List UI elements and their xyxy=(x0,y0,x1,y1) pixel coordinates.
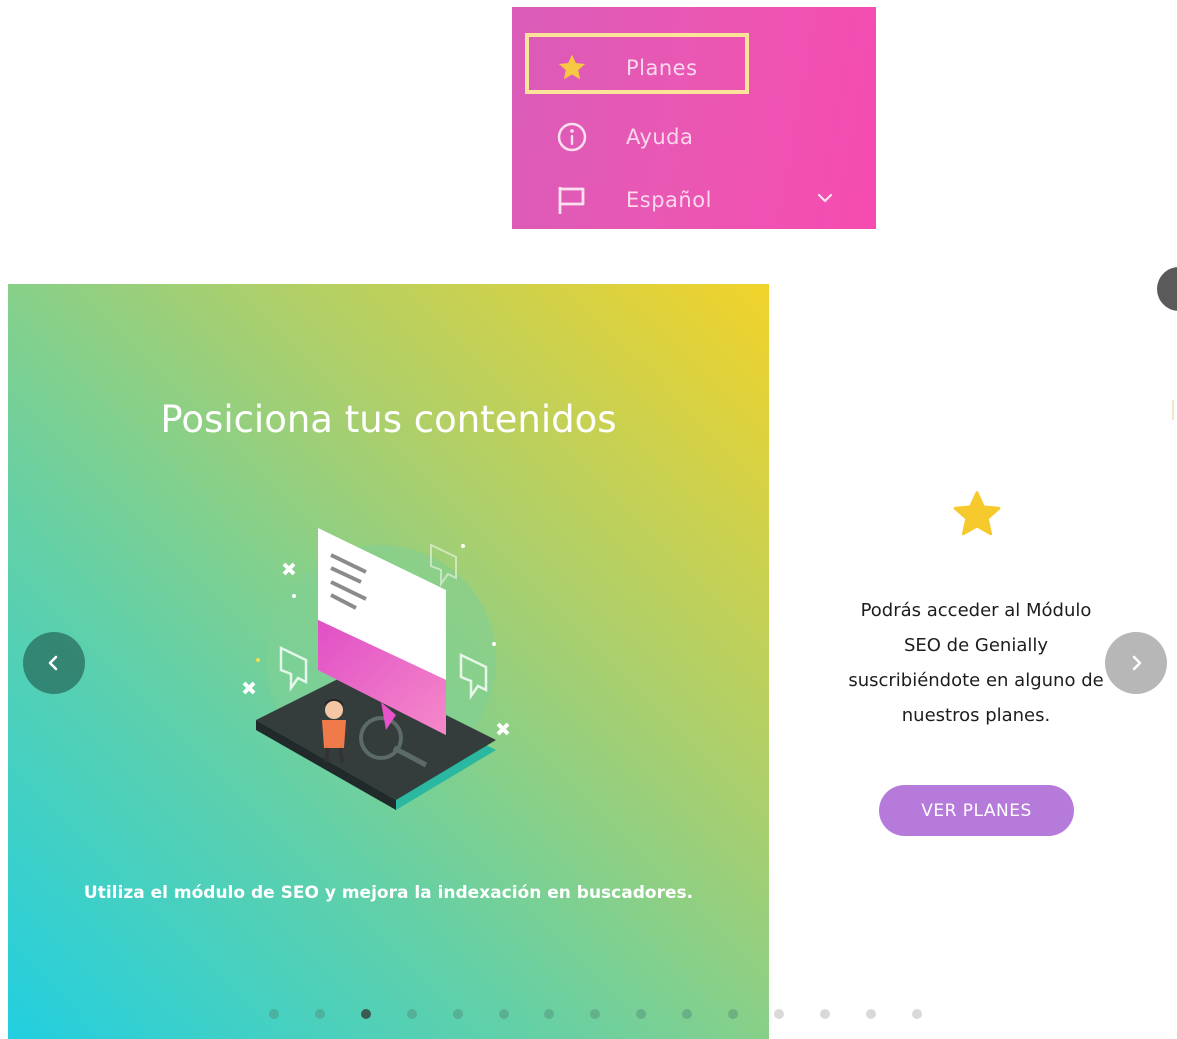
dropdown-menu: Planes Ayuda Español xyxy=(512,7,876,229)
info-icon xyxy=(556,121,588,153)
pagination-dot[interactable] xyxy=(636,1009,647,1019)
pagination-dot[interactable] xyxy=(544,1009,555,1019)
pagination-dot[interactable] xyxy=(452,1009,463,1019)
previous-slide-button[interactable] xyxy=(23,632,85,694)
ver-planes-button[interactable]: VER PLANES xyxy=(879,785,1074,836)
pagination-dots xyxy=(0,1009,1177,1023)
slide-subtitle: Utiliza el módulo de SEO y mejora la ind… xyxy=(83,883,694,903)
next-slide-button[interactable] xyxy=(1105,632,1167,694)
menu-item-planes[interactable]: Planes xyxy=(512,38,876,98)
upgrade-message: Podrás acceder al Módulo SEO de Genially… xyxy=(826,593,1126,733)
menu-item-label: Español xyxy=(626,188,712,212)
upgrade-message-line: nuestros planes. xyxy=(901,705,1051,726)
menu-item-label: Ayuda xyxy=(626,125,694,149)
pagination-dot[interactable] xyxy=(406,1009,417,1019)
star-icon xyxy=(949,488,1005,542)
upgrade-message-line: suscribiéndote en alguno de xyxy=(848,670,1104,691)
pagination-dot[interactable] xyxy=(269,1009,279,1019)
pagination-dot[interactable] xyxy=(498,1009,509,1019)
close-button-edge[interactable] xyxy=(1157,267,1177,311)
pagination-dot-active[interactable] xyxy=(360,1009,371,1019)
upgrade-message-line: Podrás acceder al Módulo xyxy=(860,600,1092,621)
seo-illustration xyxy=(236,520,526,840)
pagination-dot[interactable] xyxy=(865,1009,876,1019)
pagination-dot[interactable] xyxy=(314,1009,325,1019)
pagination-dot[interactable] xyxy=(590,1009,601,1019)
menu-item-ayuda[interactable]: Ayuda xyxy=(512,107,876,167)
next-slide-edge xyxy=(1172,400,1174,420)
pagination-dot[interactable] xyxy=(773,1009,784,1019)
pagination-dot[interactable] xyxy=(911,1009,922,1019)
pagination-dot[interactable] xyxy=(682,1009,693,1019)
star-icon xyxy=(556,52,588,84)
pagination-dot[interactable] xyxy=(819,1009,830,1019)
slide-title: Posiciona tus contenidos xyxy=(160,398,617,441)
flag-icon xyxy=(556,184,588,216)
chevron-right-icon xyxy=(1132,655,1142,671)
upgrade-message-line: SEO de Genially xyxy=(903,635,1049,656)
menu-item-label: Planes xyxy=(626,56,698,80)
chevron-left-icon xyxy=(48,655,58,671)
chevron-down-icon[interactable] xyxy=(814,187,836,209)
pagination-dot[interactable] xyxy=(728,1009,738,1019)
